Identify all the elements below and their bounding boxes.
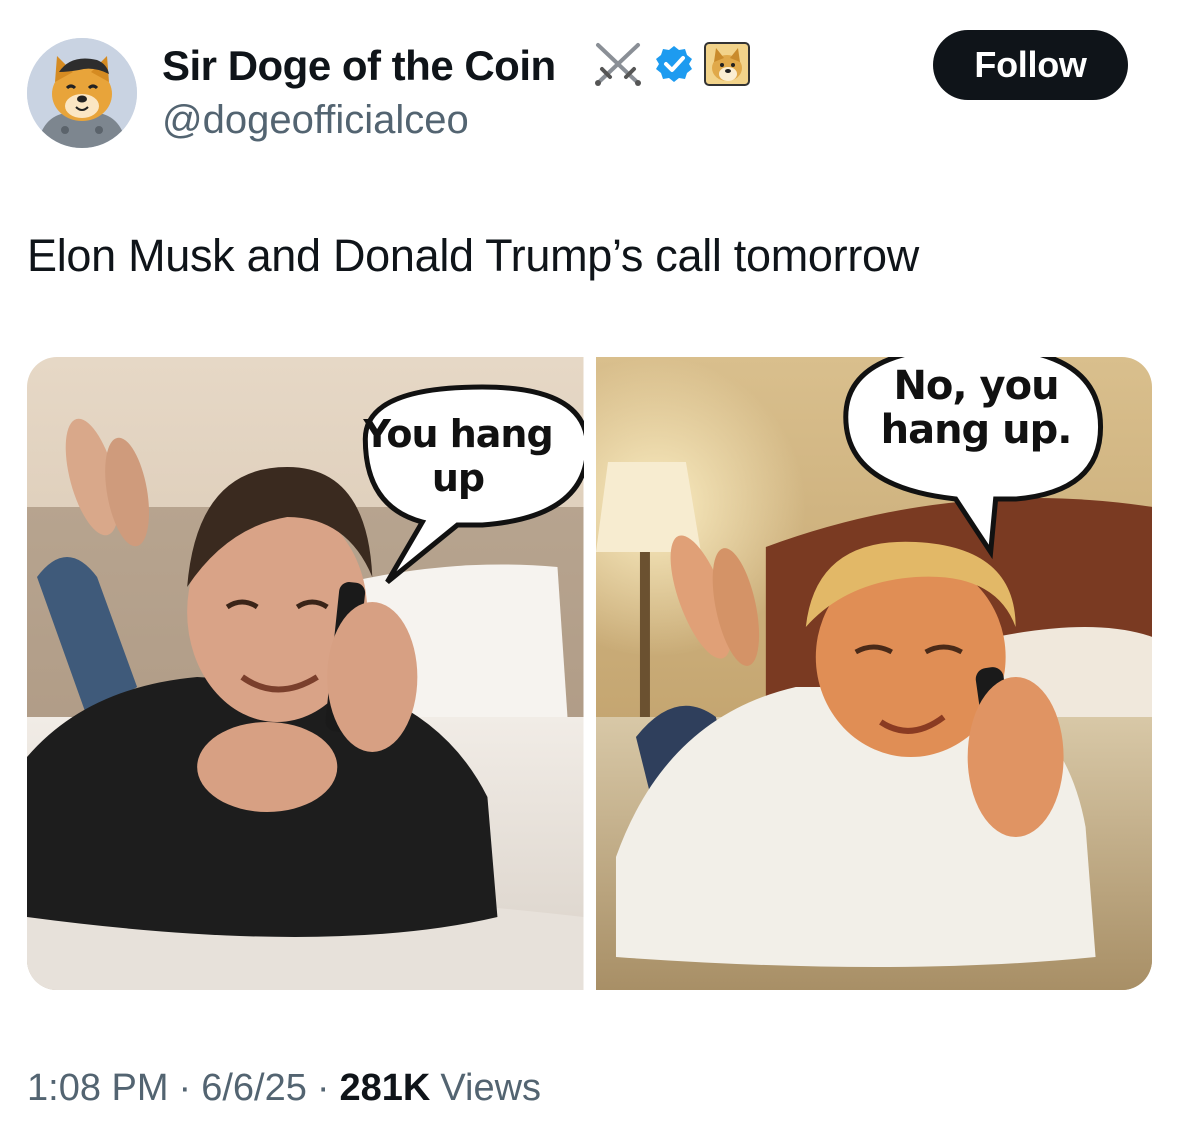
follow-button[interactable]: Follow: [933, 30, 1128, 100]
crossed-swords-icon: [592, 41, 644, 92]
doge-knight-avatar-icon: [27, 38, 137, 148]
author-handle[interactable]: @dogeofficialceo: [162, 96, 469, 144]
speech-bubble-right: No, you hang up.: [880, 363, 1073, 453]
verified-badge-icon[interactable]: [654, 44, 694, 89]
meta-separator: ·: [316, 1067, 330, 1109]
tweet-meta: 1:08 PM · 6/6/25 · 281K Views: [27, 1064, 541, 1112]
author-display-name[interactable]: Sir Doge of the Coin: [162, 40, 556, 92]
tweet-date[interactable]: 6/6/25: [201, 1064, 307, 1112]
views-count[interactable]: 281K: [340, 1064, 431, 1112]
views-label[interactable]: Views: [440, 1064, 541, 1112]
author-name-icons: [592, 40, 750, 92]
doge-emoji-icon: [704, 41, 750, 91]
author-avatar[interactable]: [27, 38, 137, 148]
speech-bubble-left: You hang up: [363, 412, 553, 500]
meta-separator: ·: [178, 1067, 192, 1109]
tweet-text: Elon Musk and Donald Trump’s call tomorr…: [27, 230, 919, 281]
tweet-time[interactable]: 1:08 PM: [27, 1064, 169, 1112]
